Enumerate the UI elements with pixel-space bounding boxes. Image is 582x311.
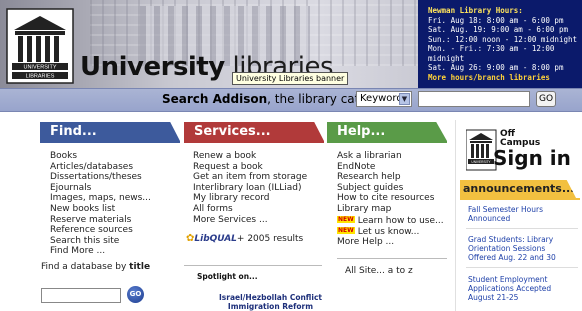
find-link[interactable]: Reserve materials	[50, 215, 151, 226]
search-type-value: Keyword	[360, 93, 403, 104]
logo-text-bottom: LIBRARIES	[26, 74, 55, 80]
help-link[interactable]: Research help	[337, 172, 444, 183]
hours-line: Mon. - Fri.: 7:30 am - 12:00 midnight	[428, 44, 555, 63]
news-line: Student Employment	[468, 275, 548, 284]
find-db-prefix: Find a database by	[41, 262, 130, 272]
help-link[interactable]: Library map	[337, 204, 444, 215]
help-link[interactable]: More Help ...	[337, 237, 444, 248]
news-item[interactable]: Student Employment Applications Accepted…	[468, 275, 551, 302]
services-link[interactable]: Interlibrary loan (ILLiad)	[193, 183, 307, 194]
more-hours-link[interactable]: More hours/branch libraries	[428, 73, 582, 83]
find-database-label: Find a database by title	[41, 262, 150, 272]
hours-line: Sun.: 12:00 noon - 12:00 midnight	[428, 34, 578, 44]
university-libraries-logo-icon[interactable]: UNIVERSITY LIBRARIES	[6, 8, 74, 84]
find-link[interactable]: Images, maps, news...	[50, 193, 151, 204]
search-label: Search Addison, the library catalog:	[162, 92, 389, 106]
catalog-go-button[interactable]: GO	[536, 91, 556, 107]
find-link[interactable]: Search this site	[50, 236, 151, 247]
find-link[interactable]: Dissertations/theses	[50, 172, 151, 183]
divider	[184, 265, 322, 266]
news-item[interactable]: Grad Students: Library Orientation Sessi…	[468, 235, 556, 262]
find-link[interactable]: Books	[50, 151, 151, 162]
news-line: Applications Accepted	[468, 284, 552, 293]
off-campus-logo-text: UNIVERSITY	[471, 160, 491, 164]
news-line: August 21-25	[468, 293, 519, 302]
services-list: Renew a book Request a book Get an item …	[193, 151, 307, 225]
tab-underline	[327, 141, 447, 143]
database-go-button[interactable]: GO	[127, 286, 144, 303]
news-line: Orientation Sessions	[468, 244, 546, 253]
logo-text-top: UNIVERSITY	[23, 65, 56, 71]
banner-tooltip: University Libraries banner	[232, 72, 349, 85]
new-badge: NEW	[337, 215, 355, 223]
hours-line: Sat. Aug. 19: 9:00 am - 6:00 pm	[428, 25, 568, 34]
help-link[interactable]: EndNote	[337, 162, 444, 173]
services-link[interactable]: All forms	[193, 204, 307, 215]
services-link[interactable]: My library record	[193, 193, 307, 204]
catalog-search-bar: Search Addison, the library catalog: Key…	[0, 88, 582, 112]
help-list: Ask a librarian EndNote Research help Su…	[337, 151, 444, 248]
spotlight-link[interactable]: Immigration Reform	[219, 302, 322, 311]
find-db-title-link[interactable]: title	[129, 262, 150, 272]
news-item[interactable]: Fall Semester Hours Announced	[468, 205, 543, 223]
tab-services[interactable]: Services...	[184, 122, 324, 141]
help-new-text: Learn how to use...	[357, 215, 444, 226]
database-title-input[interactable]	[41, 288, 121, 303]
announcements-heading: announcements...	[460, 180, 576, 198]
divider	[466, 267, 578, 268]
chevron-down-icon[interactable]: ▼	[399, 93, 410, 105]
tab-underline	[40, 141, 180, 143]
find-link[interactable]: Reference sources	[50, 225, 151, 236]
libqual-name: LibQUAL	[194, 234, 237, 244]
help-link[interactable]: Subject guides	[337, 183, 444, 194]
libqual-link[interactable]: ✿LibQUAL+ 2005 results	[186, 233, 303, 244]
help-new-link[interactable]: NEW Learn how to use...	[337, 215, 444, 226]
hours-title: Newman Library Hours:	[428, 6, 523, 15]
catalog-search-input[interactable]	[418, 91, 530, 107]
divider	[337, 258, 447, 259]
tab-find[interactable]: Find...	[40, 122, 180, 141]
find-link[interactable]: Articles/databases	[50, 162, 151, 173]
search-type-select[interactable]: Keyword ▼	[356, 91, 412, 107]
spotlight-heading: Spotlight on...	[197, 272, 258, 281]
help-new-link[interactable]: NEW Let us know...	[337, 226, 444, 237]
spotlight-links: Israel/Hezbollah Conflict Immigration Re…	[219, 293, 322, 311]
help-link[interactable]: How to cite resources	[337, 193, 444, 204]
news-line: Announced	[468, 214, 511, 223]
help-link[interactable]: Ask a librarian	[337, 151, 444, 162]
new-badge: NEW	[337, 226, 355, 234]
hours-line: Sat. Aug 26: 9:00 am - 8:00 pm	[428, 63, 564, 72]
services-link[interactable]: Request a book	[193, 162, 307, 173]
sign-in-link[interactable]: Sign in	[493, 146, 571, 170]
site-title-bold: University	[80, 52, 225, 82]
find-list: Books Articles/databases Dissertations/t…	[50, 151, 151, 257]
site-a-to-z-link[interactable]: All Site... a to z	[345, 266, 413, 276]
news-line: Fall Semester Hours	[468, 205, 543, 214]
divider	[466, 228, 578, 229]
services-link[interactable]: More Services ...	[193, 215, 307, 226]
news-line: Grad Students: Library	[468, 235, 554, 244]
help-new-text: Let us know...	[357, 226, 420, 237]
find-link[interactable]: New books list	[50, 204, 151, 215]
search-label-bold: Search Addison	[162, 92, 268, 106]
announcements-underline	[460, 198, 580, 200]
find-link[interactable]: Ejournals	[50, 183, 151, 194]
library-hours-panel: Newman Library Hours: Fri. Aug 18: 8:00 …	[418, 0, 582, 88]
find-link[interactable]: Find More ...	[50, 246, 151, 257]
libqual-rest: + 2005 results	[236, 234, 304, 244]
services-link[interactable]: Renew a book	[193, 151, 307, 162]
services-link[interactable]: Get an item from storage	[193, 172, 307, 183]
tab-underline	[184, 141, 324, 143]
tab-help[interactable]: Help...	[327, 122, 447, 141]
news-line: Offered Aug. 22 and 30	[468, 253, 556, 262]
hours-line: Fri. Aug 18: 8:00 am - 6:00 pm	[428, 15, 564, 25]
